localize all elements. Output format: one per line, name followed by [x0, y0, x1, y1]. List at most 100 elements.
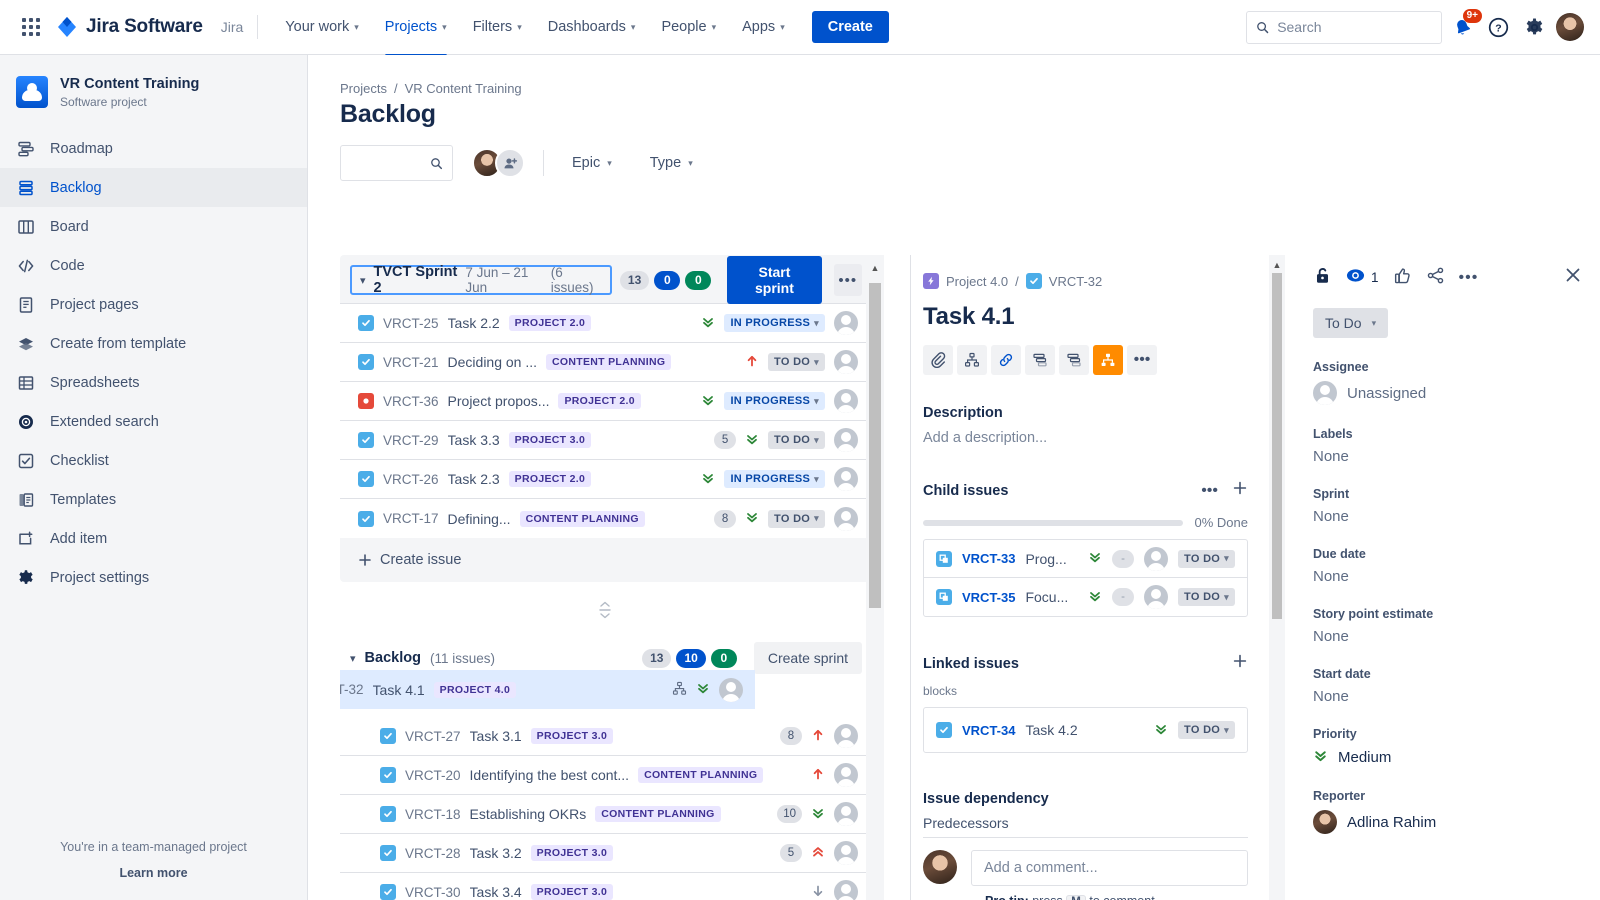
issue-key[interactable]: VRCT-30	[405, 885, 461, 900]
help-button[interactable]: ?	[1482, 11, 1514, 43]
profile-button[interactable]	[1554, 11, 1586, 43]
field-value[interactable]: None	[1313, 448, 1583, 465]
scroll-up-arrow[interactable]: ▲	[1269, 257, 1285, 273]
sidebar-item-code[interactable]: Code	[0, 246, 307, 285]
epic-tag[interactable]: CONTENT PLANNING	[519, 510, 645, 527]
list-item[interactable]: VRCT-34 Task 4.2 TO DO ▾	[924, 708, 1247, 752]
close-icon[interactable]	[1563, 265, 1583, 290]
sidebar-item-project-pages[interactable]: Project pages	[0, 285, 307, 324]
create-sprint-button[interactable]: Create sprint	[753, 642, 862, 674]
story-points[interactable]: -	[1112, 549, 1135, 568]
sidebar-item-backlog[interactable]: Backlog	[0, 168, 307, 208]
scrollbar-thumb[interactable]	[1272, 273, 1282, 619]
epic-tag[interactable]: PROJECT 2.0	[558, 393, 641, 409]
nav-item-apps[interactable]: Apps ▾	[734, 13, 793, 41]
avatar[interactable]	[834, 763, 858, 787]
field-value-row[interactable]: Unassigned	[1313, 381, 1583, 405]
backlog-search-input[interactable]	[350, 155, 431, 171]
status-dropdown[interactable]: To Do ▾	[1313, 308, 1389, 338]
avatar[interactable]	[834, 841, 858, 865]
avatar[interactable]	[834, 802, 858, 826]
status-badge[interactable]: TO DO ▾	[768, 509, 825, 528]
avatar[interactable]	[834, 350, 858, 374]
sidebar-item-board[interactable]: Board	[0, 207, 307, 246]
table-row[interactable]: VRCT-29 Task 3.3 PROJECT 3.0 5 TO DO ▾	[340, 421, 870, 460]
sprint-pill-inprogress[interactable]: 0	[654, 270, 681, 290]
detail-title[interactable]: Task 4.1	[923, 303, 1248, 331]
table-row[interactable]: VRCT-20 Identifying the best cont... CON…	[340, 756, 870, 795]
create-button[interactable]: Create	[811, 11, 889, 43]
issue-key[interactable]: VRCT-26	[383, 472, 439, 487]
sprint-pill-todo[interactable]: 13	[619, 270, 650, 290]
avatar[interactable]	[834, 389, 858, 413]
child-issue-key[interactable]: VRCT-33	[962, 551, 1015, 566]
status-badge[interactable]: TO DO ▾	[768, 353, 825, 371]
sidebar-item-extended-search[interactable]: Extended search	[0, 402, 307, 441]
notifications-button[interactable]: 9+	[1446, 9, 1482, 43]
issue-key[interactable]: VRCT-27	[405, 729, 461, 744]
app-switcher-icon[interactable]	[14, 10, 48, 44]
table-row[interactable]: VRCT-36 Project propos... PROJECT 2.0 IN…	[340, 382, 870, 421]
epic-tag[interactable]: PROJECT 3.0	[530, 845, 614, 861]
sprint-more-button[interactable]: •••	[833, 264, 862, 296]
nav-item-filters[interactable]: Filters ▾	[465, 13, 530, 41]
lock-icon[interactable]	[1313, 266, 1332, 290]
avatar[interactable]	[834, 880, 858, 900]
story-points[interactable]: 8	[780, 727, 802, 745]
epic-tag[interactable]: PROJECT 3.0	[530, 884, 614, 900]
sprint-title-group[interactable]: ▾ TVCT Sprint 2 7 Jun – 21 Jun (6 issues…	[350, 264, 612, 296]
start-sprint-button[interactable]: Start sprint	[727, 256, 822, 304]
avatar[interactable]	[834, 506, 858, 531]
sidebar-item-roadmap[interactable]: Roadmap	[0, 129, 307, 168]
avatar[interactable]	[834, 311, 858, 335]
add-linked-issue-icon[interactable]	[1232, 654, 1248, 673]
avatar[interactable]	[1144, 585, 1169, 609]
issue-key[interactable]: VRCT-17	[383, 511, 439, 526]
nav-item-dashboards[interactable]: Dashboards ▾	[540, 13, 644, 41]
nav-item-projects[interactable]: Projects ▾	[377, 13, 455, 57]
epic-tag[interactable]: CONTENT PLANNING	[546, 354, 672, 370]
issue-key[interactable]: VRCT-21	[383, 355, 439, 370]
sidebar-item-templates[interactable]: Templates	[0, 480, 307, 519]
avatar[interactable]	[834, 724, 858, 748]
table-row[interactable]: VRCT-26 Task 2.3 PROJECT 2.0 IN PROGRESS…	[340, 460, 870, 499]
backlog-scrollbar[interactable]: ▲ ▼	[866, 255, 884, 900]
epic-tag[interactable]: PROJECT 3.0	[530, 728, 614, 744]
issue-key[interactable]: VRCT-32	[340, 682, 364, 697]
chevron-down-icon[interactable]: ▾	[350, 652, 356, 665]
settings-button[interactable]	[1518, 11, 1550, 43]
epic-filter-dropdown[interactable]: Epic ▾	[562, 149, 622, 177]
avatar[interactable]	[719, 677, 743, 702]
watch-icon[interactable]	[1346, 266, 1365, 290]
story-points[interactable]: 8	[714, 509, 737, 528]
status-badge[interactable]: TO DO ▾	[1178, 588, 1235, 606]
global-search-box[interactable]	[1246, 10, 1442, 44]
detail-issue-key[interactable]: VRCT-32	[1049, 274, 1102, 289]
status-badge[interactable]: IN PROGRESS ▾	[724, 314, 825, 332]
issue-key[interactable]: VRCT-25	[383, 316, 439, 331]
issue-key[interactable]: VRCT-36	[383, 394, 439, 409]
link-icon[interactable]	[991, 345, 1021, 375]
like-icon[interactable]	[1393, 266, 1412, 290]
comment-input[interactable]: Add a comment...	[971, 850, 1248, 886]
learn-more-link[interactable]: Learn more	[0, 866, 307, 880]
list-item[interactable]: VRCT-35 Focu... - TO DO ▾	[924, 578, 1247, 616]
add-after-icon[interactable]	[1059, 345, 1089, 375]
table-row[interactable]: VRCT-18 Establishing OKRs CONTENT PLANNI…	[340, 795, 870, 834]
child-issue-key[interactable]: VRCT-35	[962, 590, 1015, 605]
status-badge[interactable]: TO DO ▾	[1178, 549, 1235, 568]
create-issue-button[interactable]: Create issue	[340, 538, 870, 582]
more-actions-icon[interactable]: •••	[1459, 269, 1479, 287]
sidebar-item-create-from-template[interactable]: Create from template	[0, 324, 307, 363]
nav-item-your-work[interactable]: Your work ▾	[277, 13, 366, 41]
field-value[interactable]: None	[1313, 628, 1583, 645]
status-badge[interactable]: IN PROGRESS ▾	[724, 470, 825, 488]
epic-tag[interactable]: PROJECT 2.0	[508, 315, 592, 331]
table-row[interactable]: VRCT-25 Task 2.2 PROJECT 2.0 IN PROGRESS…	[340, 304, 870, 343]
sidebar-item-checklist[interactable]: Checklist	[0, 441, 307, 480]
chevron-down-icon[interactable]: ▾	[360, 274, 366, 287]
project-header[interactable]: VR Content Training Software project	[0, 55, 307, 121]
avatar[interactable]	[1144, 546, 1169, 571]
field-value[interactable]: None	[1313, 568, 1583, 585]
sidebar-item-spreadsheets[interactable]: Spreadsheets	[0, 363, 307, 402]
